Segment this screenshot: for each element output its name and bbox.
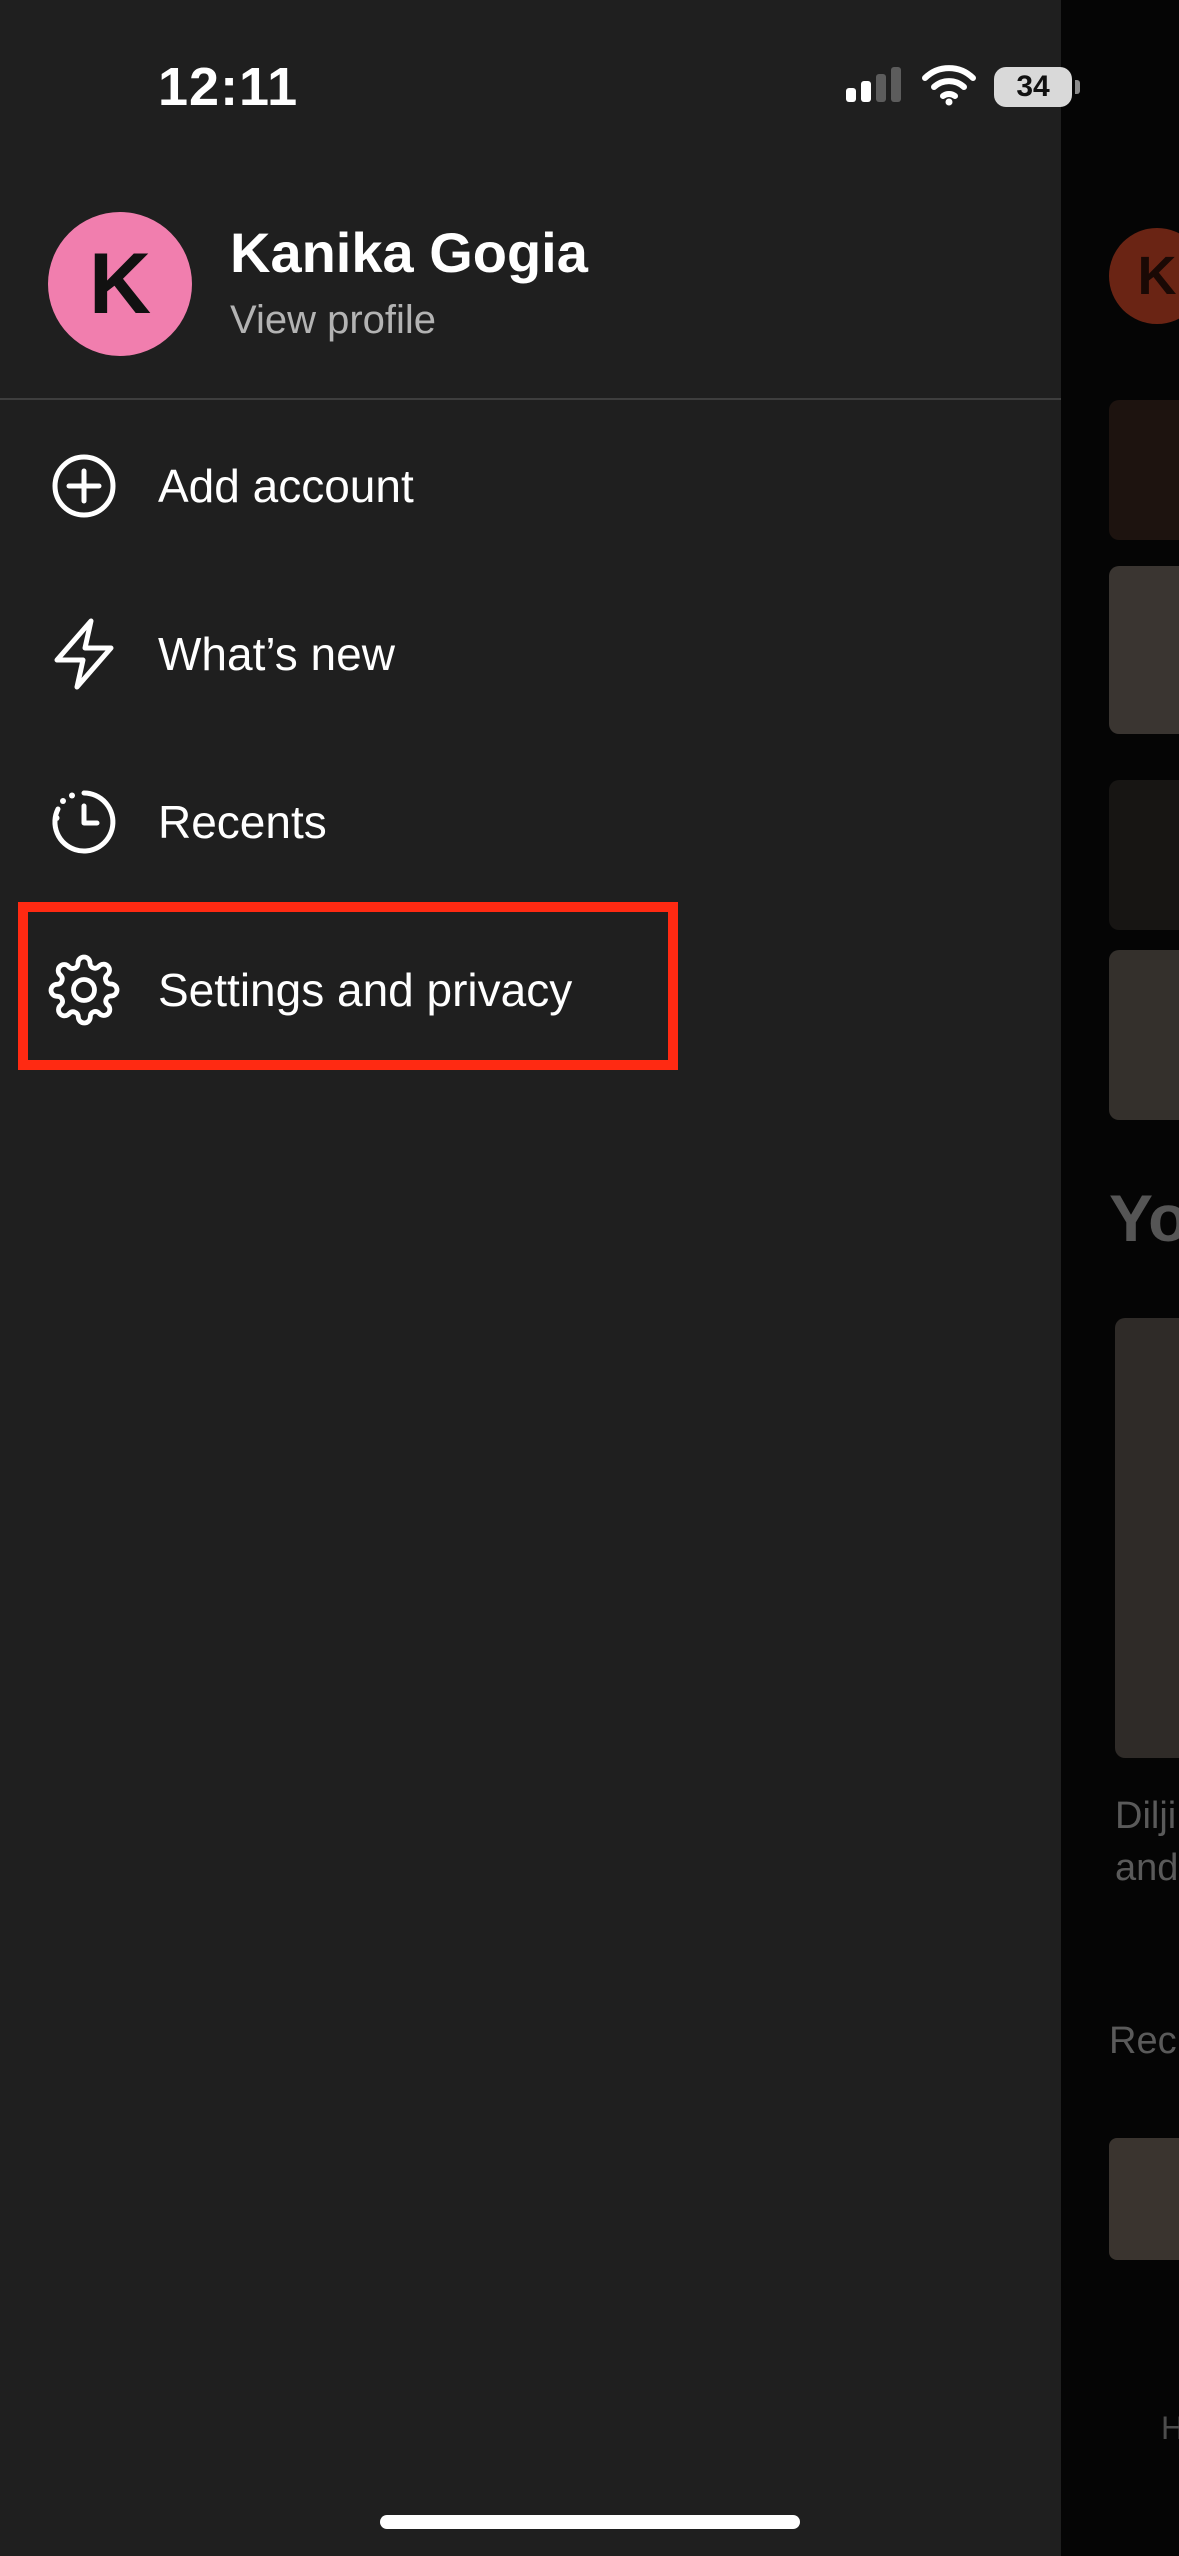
- status-icons: 34: [844, 62, 1080, 112]
- wifi-icon: [922, 64, 976, 111]
- divider: [0, 398, 1061, 400]
- background-tile: [1109, 400, 1179, 540]
- background-tile: [1109, 566, 1179, 734]
- background-recents-label: Rec: [1109, 2020, 1177, 2062]
- battery-level: 34: [1016, 70, 1050, 103]
- menu-item-whats-new[interactable]: What’s new: [48, 594, 948, 714]
- cellular-signal-icon: [844, 64, 904, 111]
- history-clock-icon: [48, 786, 120, 858]
- status-time: 12:11: [158, 57, 299, 117]
- background-tile: [1109, 780, 1179, 930]
- highlight-box: [18, 902, 678, 1070]
- side-drawer: 12:11 34 K Kanika Gogia View profile Add…: [0, 0, 1080, 2556]
- profile-name: Kanika Gogia: [230, 221, 588, 284]
- menu-item-label: What’s new: [158, 628, 395, 680]
- menu-item-label: Recents: [158, 796, 327, 848]
- battery-indicator: 34: [994, 67, 1080, 107]
- background-card: [1115, 1318, 1179, 1758]
- avatar[interactable]: K: [48, 212, 192, 356]
- view-profile-link[interactable]: View profile: [230, 290, 588, 350]
- background-card-text: Dilji and: [1115, 1795, 1179, 1889]
- menu-item-label: Add account: [158, 460, 414, 512]
- background-tile: [1109, 950, 1179, 1120]
- lightning-icon: [48, 618, 120, 690]
- menu-item-add-account[interactable]: Add account: [48, 426, 948, 546]
- menu-item-recents[interactable]: Recents: [48, 762, 948, 882]
- background-nav-label: H: [1161, 2410, 1179, 2446]
- background-mini-tile: [1109, 2138, 1179, 2260]
- background-section-heading: Yo: [1109, 1181, 1179, 1255]
- background-home-screen[interactable]: K Yo Dilji and Rec H: [1061, 0, 1179, 2556]
- add-circle-icon: [48, 450, 120, 522]
- profile-header[interactable]: K Kanika Gogia View profile: [48, 212, 588, 356]
- background-avatar: K: [1109, 228, 1179, 324]
- home-indicator[interactable]: [380, 2515, 800, 2529]
